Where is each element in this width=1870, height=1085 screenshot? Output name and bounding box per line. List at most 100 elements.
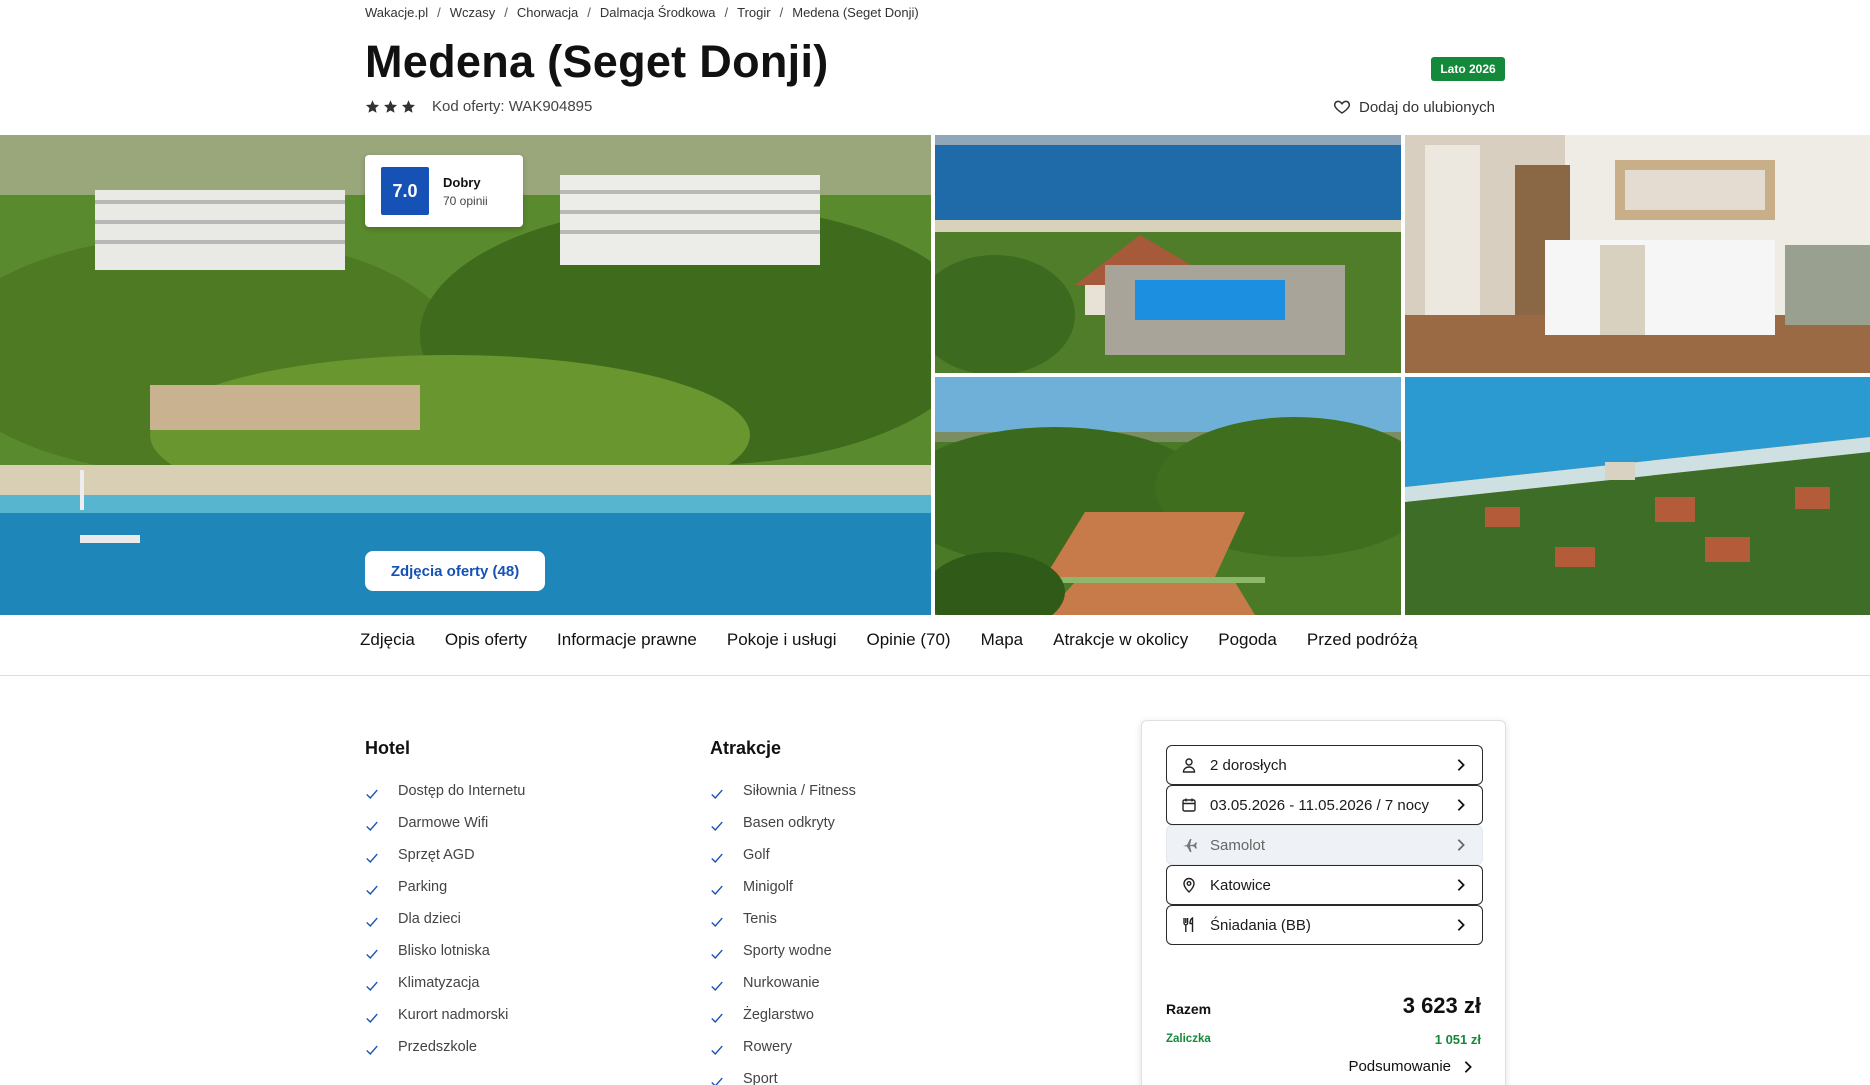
tab-offer-description[interactable]: Opis oferty	[445, 630, 527, 650]
amenity-label: Siłownia / Fitness	[743, 783, 856, 799]
chevron-right-icon	[1457, 879, 1465, 891]
amenity-label: Nurkowanie	[743, 975, 820, 991]
rating-card[interactable]: 7.0 Dobry 70 opinii	[365, 155, 523, 227]
amenity-label: Sprzęt AGD	[398, 847, 475, 863]
location-pin-icon	[1183, 877, 1195, 893]
chevron-right-icon	[1457, 839, 1465, 851]
list-item: Dla dzieci	[365, 903, 525, 935]
transport-value: Samolot	[1210, 836, 1266, 854]
hotel-amenities-title: Hotel	[365, 738, 410, 758]
amenity-label: Tenis	[743, 911, 777, 927]
cutlery-icon	[1183, 917, 1194, 932]
hotel-amenities: Hotel Dostęp do Internetu Darmowe Wifi S…	[365, 738, 525, 1063]
tab-weather[interactable]: Pogoda	[1218, 630, 1277, 650]
chevron-right-icon	[1457, 759, 1465, 771]
total-label: Razem	[1166, 1001, 1212, 1017]
list-item: Nurkowanie	[710, 967, 856, 999]
tab-legal-info[interactable]: Informacje prawne	[557, 630, 697, 650]
breadcrumb: Wakacje.pl / Wczasy / Chorwacja / Dalmac…	[365, 5, 919, 20]
tab-rooms-services[interactable]: Pokoje i usługi	[727, 630, 837, 650]
list-item: Golf	[710, 839, 856, 871]
summary-link[interactable]: Podsumowanie	[1348, 1058, 1475, 1075]
amenity-label: Parking	[398, 879, 448, 895]
list-item: Przedszkole	[365, 1031, 525, 1063]
board-selector[interactable]: Śniadania (BB)	[1166, 905, 1483, 945]
breadcrumb-item-current: Medena (Seget Donji)	[792, 5, 919, 20]
pool-image	[935, 135, 1401, 373]
tab-nearby-attractions[interactable]: Atrakcje w okolicy	[1053, 630, 1188, 650]
list-item: Rowery	[710, 1031, 856, 1063]
tab-before-travel[interactable]: Przed podróżą	[1307, 630, 1418, 650]
guests-value: 2 dorosłych	[1210, 756, 1287, 774]
list-item: Darmowe Wifi	[365, 807, 525, 839]
add-to-favorites-button[interactable]: Dodaj do ulubionych	[1333, 98, 1495, 116]
amenity-label: Dla dzieci	[398, 911, 461, 927]
breadcrumb-separator: /	[779, 5, 784, 20]
gallery-photo-pool[interactable]	[935, 135, 1401, 373]
rating-details: Dobry 70 opinii	[443, 175, 488, 208]
list-item: Kurort nadmorski	[365, 999, 525, 1031]
check-icon	[711, 853, 723, 863]
tab-reviews[interactable]: Opinie (70)	[866, 630, 950, 650]
amenity-label: Żeglarstwo	[743, 1007, 814, 1023]
list-item: Blisko lotniska	[365, 935, 525, 967]
list-item: Sport	[710, 1063, 856, 1085]
rating-score: 7.0	[381, 167, 429, 215]
gallery-photo-tennis[interactable]	[935, 377, 1401, 615]
tennis-court-image	[935, 377, 1401, 615]
check-icon	[366, 885, 378, 895]
list-item: Parking	[365, 871, 525, 903]
amenity-label: Minigolf	[743, 879, 793, 895]
check-icon	[711, 1077, 723, 1085]
breadcrumb-item-dalmacja[interactable]: Dalmacja Środkowa	[600, 5, 716, 20]
departure-value: Katowice	[1210, 876, 1271, 894]
attractions-amenities: Atrakcje Siłownia / Fitness Basen odkryt…	[710, 738, 856, 1085]
amenity-label: Sport	[743, 1071, 778, 1085]
list-item: Sporty wodne	[710, 935, 856, 967]
breadcrumb-separator: /	[504, 5, 508, 20]
tab-photos[interactable]: Zdjęcia	[360, 630, 415, 650]
star-rating	[365, 99, 416, 114]
amenity-label: Klimatyzacja	[398, 975, 480, 991]
breadcrumb-item-wakacje[interactable]: Wakacje.pl	[365, 5, 428, 20]
list-item: Minigolf	[710, 871, 856, 903]
breadcrumb-item-chorwacja[interactable]: Chorwacja	[517, 5, 578, 20]
photos-button[interactable]: Zdjęcia oferty (48)	[365, 551, 545, 591]
photo-gallery: 7.0 Dobry 70 opinii Zdjęcia oferty (48)	[0, 135, 1870, 615]
list-item: Klimatyzacja	[365, 967, 525, 999]
guests-selector[interactable]: 2 dorosłych	[1166, 745, 1483, 785]
amenity-label: Przedszkole	[398, 1039, 477, 1055]
room-image	[1405, 135, 1870, 373]
amenity-label: Golf	[743, 847, 770, 863]
amenity-label: Kurort nadmorski	[398, 1007, 509, 1023]
breadcrumb-item-wczasy[interactable]: Wczasy	[450, 5, 496, 20]
check-icon	[366, 1013, 378, 1023]
gallery-photo-main[interactable]: 7.0 Dobry 70 opinii Zdjęcia oferty (48)	[0, 135, 931, 615]
amenity-label: Basen odkryty	[743, 815, 835, 831]
deposit-label: Zaliczka	[1166, 1033, 1211, 1045]
dates-selector[interactable]: 03.05.2026 - 11.05.2026 / 7 nocy	[1166, 785, 1483, 825]
list-item: Basen odkryty	[710, 807, 856, 839]
star-icon	[383, 100, 398, 113]
check-icon	[366, 789, 378, 799]
breadcrumb-item-trogir[interactable]: Trogir	[737, 5, 770, 20]
coast-aerial-image	[1405, 377, 1870, 615]
season-badge: Lato 2026	[1431, 57, 1505, 81]
summary-link-label: Podsumowanie	[1348, 1058, 1451, 1075]
dates-value: 03.05.2026 - 11.05.2026 / 7 nocy	[1210, 796, 1430, 814]
attractions-title: Atrakcje	[710, 738, 782, 758]
gallery-photo-room[interactable]	[1405, 135, 1870, 373]
gallery-photo-aerial[interactable]	[1405, 377, 1870, 615]
list-item: Żeglarstwo	[710, 999, 856, 1031]
amenity-label: Dostęp do Internetu	[398, 783, 526, 799]
board-value: Śniadania (BB)	[1210, 916, 1311, 934]
airplane-icon	[1183, 839, 1197, 852]
amenity-label: Darmowe Wifi	[398, 815, 489, 831]
tabs-divider	[0, 675, 1870, 676]
transport-selector[interactable]: Samolot	[1166, 825, 1483, 865]
chevron-right-icon	[1457, 919, 1465, 931]
departure-selector[interactable]: Katowice	[1166, 865, 1483, 905]
check-icon	[366, 1045, 378, 1055]
check-icon	[711, 789, 723, 799]
tab-map[interactable]: Mapa	[981, 630, 1024, 650]
